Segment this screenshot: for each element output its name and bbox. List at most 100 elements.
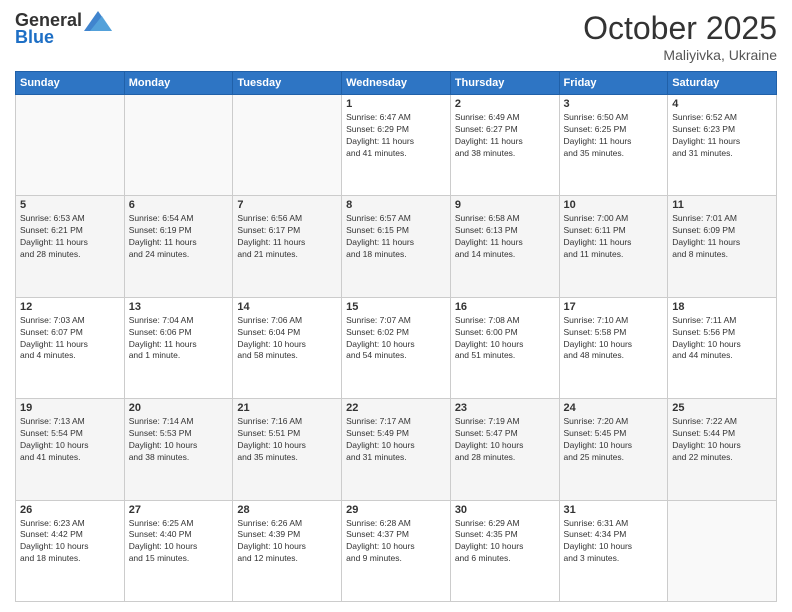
calendar-cell: 21 Sunrise: 7:16 AM Sunset: 5:51 PM Dayli… — [233, 399, 342, 500]
calendar-cell: 8Sunrise: 6:57 AM Sunset: 6:15 PM Daylig… — [342, 196, 451, 297]
day-info: Sunrise: 7:22 AM Sunset: 5:44 PM Dayligh… — [672, 416, 772, 464]
day-number: 20 — [129, 402, 229, 414]
header-friday: Friday — [559, 72, 668, 95]
day-info: Sunrise: 7:14 AM Sunset: 5:53 PM Dayligh… — [129, 416, 229, 464]
calendar-week-2: 5 Sunrise: 6:53 AM Sunset: 6:21 PM Daylig… — [16, 196, 777, 297]
day-number: 3 — [564, 98, 664, 110]
day-info: Sunrise: 6:56 AM Sunset: 6:17 PM Dayligh… — [237, 213, 337, 261]
day-info: Sunrise: 6:58 AM Sunset: 6:13 PM Dayligh… — [455, 213, 555, 261]
calendar-cell: 20 Sunrise: 7:14 AM Sunset: 5:53 PM Dayli… — [124, 399, 233, 500]
calendar-cell — [668, 500, 777, 601]
day-info: Sunrise: 6:49 AM Sunset: 6:27 PM Dayligh… — [455, 112, 555, 160]
calendar-cell: 22 Sunrise: 7:17 AM Sunset: 5:49 PM Dayli… — [342, 399, 451, 500]
calendar-cell — [124, 95, 233, 196]
calendar-cell: 4 Sunrise: 6:52 AM Sunset: 6:23 PM Daylig… — [668, 95, 777, 196]
day-number: 11 — [672, 199, 772, 211]
day-info: Sunrise: 6:25 AM Sunset: 4:40 PM Dayligh… — [129, 518, 229, 566]
calendar-cell: 5 Sunrise: 6:53 AM Sunset: 6:21 PM Daylig… — [16, 196, 125, 297]
day-info: Sunrise: 6:29 AM Sunset: 4:35 PM Dayligh… — [455, 518, 555, 566]
day-number: 2 — [455, 98, 555, 110]
calendar-cell: 23 Sunrise: 7:19 AM Sunset: 5:47 PM Dayli… — [450, 399, 559, 500]
day-info: Sunrise: 6:52 AM Sunset: 6:23 PM Dayligh… — [672, 112, 772, 160]
calendar-cell: 15Sunrise: 7:07 AM Sunset: 6:02 PM Dayli… — [342, 297, 451, 398]
day-info: Sunrise: 7:19 AM Sunset: 5:47 PM Dayligh… — [455, 416, 555, 464]
calendar-cell: 16 Sunrise: 7:08 AM Sunset: 6:00 PM Dayli… — [450, 297, 559, 398]
month-title: October 2025 — [583, 10, 777, 47]
days-header-row: Sunday Monday Tuesday Wednesday Thursday… — [16, 72, 777, 95]
day-info: Sunrise: 7:13 AM Sunset: 5:54 PM Dayligh… — [20, 416, 120, 464]
day-number: 4 — [672, 98, 772, 110]
logo-icon — [84, 11, 112, 31]
calendar-cell: 2 Sunrise: 6:49 AM Sunset: 6:27 PM Daylig… — [450, 95, 559, 196]
calendar-cell: 27 Sunrise: 6:25 AM Sunset: 4:40 PM Dayli… — [124, 500, 233, 601]
day-number: 9 — [455, 199, 555, 211]
calendar: Sunday Monday Tuesday Wednesday Thursday… — [15, 71, 777, 602]
day-info: Sunrise: 6:54 AM Sunset: 6:19 PM Dayligh… — [129, 213, 229, 261]
calendar-cell: 17 Sunrise: 7:10 AM Sunset: 5:58 PM Dayli… — [559, 297, 668, 398]
day-info: Sunrise: 7:10 AM Sunset: 5:58 PM Dayligh… — [564, 315, 664, 363]
day-number: 17 — [564, 301, 664, 313]
calendar-cell: 28Sunrise: 6:26 AM Sunset: 4:39 PM Dayli… — [233, 500, 342, 601]
logo: General Blue — [15, 10, 112, 48]
calendar-cell: 13 Sunrise: 7:04 AM Sunset: 6:06 PM Dayli… — [124, 297, 233, 398]
day-number: 19 — [20, 402, 120, 414]
day-number: 5 — [20, 199, 120, 211]
day-info: Sunrise: 7:17 AM Sunset: 5:49 PM Dayligh… — [346, 416, 446, 464]
day-number: 13 — [129, 301, 229, 313]
day-number: 8 — [346, 199, 446, 211]
location: Maliyivka, Ukraine — [583, 47, 777, 63]
calendar-cell: 9 Sunrise: 6:58 AM Sunset: 6:13 PM Daylig… — [450, 196, 559, 297]
day-number: 23 — [455, 402, 555, 414]
day-number: 12 — [20, 301, 120, 313]
day-info: Sunrise: 6:28 AM Sunset: 4:37 PM Dayligh… — [346, 518, 446, 566]
calendar-cell: 6Sunrise: 6:54 AM Sunset: 6:19 PM Daylig… — [124, 196, 233, 297]
calendar-cell — [233, 95, 342, 196]
day-info: Sunrise: 6:31 AM Sunset: 4:34 PM Dayligh… — [564, 518, 664, 566]
day-info: Sunrise: 7:04 AM Sunset: 6:06 PM Dayligh… — [129, 315, 229, 363]
day-info: Sunrise: 7:11 AM Sunset: 5:56 PM Dayligh… — [672, 315, 772, 363]
header-thursday: Thursday — [450, 72, 559, 95]
day-number: 26 — [20, 504, 120, 516]
day-number: 16 — [455, 301, 555, 313]
day-number: 25 — [672, 402, 772, 414]
calendar-week-4: 19 Sunrise: 7:13 AM Sunset: 5:54 PM Dayli… — [16, 399, 777, 500]
day-number: 22 — [346, 402, 446, 414]
calendar-cell: 25 Sunrise: 7:22 AM Sunset: 5:44 PM Dayli… — [668, 399, 777, 500]
day-info: Sunrise: 6:53 AM Sunset: 6:21 PM Dayligh… — [20, 213, 120, 261]
day-number: 24 — [564, 402, 664, 414]
day-info: Sunrise: 6:26 AM Sunset: 4:39 PM Dayligh… — [237, 518, 337, 566]
calendar-cell: 29Sunrise: 6:28 AM Sunset: 4:37 PM Dayli… — [342, 500, 451, 601]
calendar-week-1: 1Sunrise: 6:47 AM Sunset: 6:29 PM Daylig… — [16, 95, 777, 196]
header-tuesday: Tuesday — [233, 72, 342, 95]
calendar-cell: 19 Sunrise: 7:13 AM Sunset: 5:54 PM Dayli… — [16, 399, 125, 500]
calendar-cell: 11 Sunrise: 7:01 AM Sunset: 6:09 PM Dayli… — [668, 196, 777, 297]
day-info: Sunrise: 7:07 AM Sunset: 6:02 PM Dayligh… — [346, 315, 446, 363]
calendar-cell: 1Sunrise: 6:47 AM Sunset: 6:29 PM Daylig… — [342, 95, 451, 196]
day-number: 7 — [237, 199, 337, 211]
day-number: 10 — [564, 199, 664, 211]
day-info: Sunrise: 6:50 AM Sunset: 6:25 PM Dayligh… — [564, 112, 664, 160]
title-section: October 2025 Maliyivka, Ukraine — [583, 10, 777, 63]
header-wednesday: Wednesday — [342, 72, 451, 95]
day-info: Sunrise: 7:06 AM Sunset: 6:04 PM Dayligh… — [237, 315, 337, 363]
calendar-cell: 18 Sunrise: 7:11 AM Sunset: 5:56 PM Dayli… — [668, 297, 777, 398]
calendar-cell: 12Sunrise: 7:03 AM Sunset: 6:07 PM Dayli… — [16, 297, 125, 398]
calendar-cell: 26Sunrise: 6:23 AM Sunset: 4:42 PM Dayli… — [16, 500, 125, 601]
calendar-cell: 30 Sunrise: 6:29 AM Sunset: 4:35 PM Dayli… — [450, 500, 559, 601]
calendar-week-3: 12Sunrise: 7:03 AM Sunset: 6:07 PM Dayli… — [16, 297, 777, 398]
day-info: Sunrise: 7:16 AM Sunset: 5:51 PM Dayligh… — [237, 416, 337, 464]
logo-blue-text: Blue — [15, 27, 54, 48]
day-info: Sunrise: 7:01 AM Sunset: 6:09 PM Dayligh… — [672, 213, 772, 261]
header-monday: Monday — [124, 72, 233, 95]
day-number: 27 — [129, 504, 229, 516]
calendar-cell: 31Sunrise: 6:31 AM Sunset: 4:34 PM Dayli… — [559, 500, 668, 601]
day-number: 30 — [455, 504, 555, 516]
calendar-cell: 7 Sunrise: 6:56 AM Sunset: 6:17 PM Daylig… — [233, 196, 342, 297]
page: General Blue October 2025 Maliyivka, Ukr… — [0, 0, 792, 612]
calendar-cell: 3 Sunrise: 6:50 AM Sunset: 6:25 PM Daylig… — [559, 95, 668, 196]
day-info: Sunrise: 7:08 AM Sunset: 6:00 PM Dayligh… — [455, 315, 555, 363]
day-number: 18 — [672, 301, 772, 313]
header-sunday: Sunday — [16, 72, 125, 95]
day-number: 21 — [237, 402, 337, 414]
day-info: Sunrise: 6:47 AM Sunset: 6:29 PM Dayligh… — [346, 112, 446, 160]
